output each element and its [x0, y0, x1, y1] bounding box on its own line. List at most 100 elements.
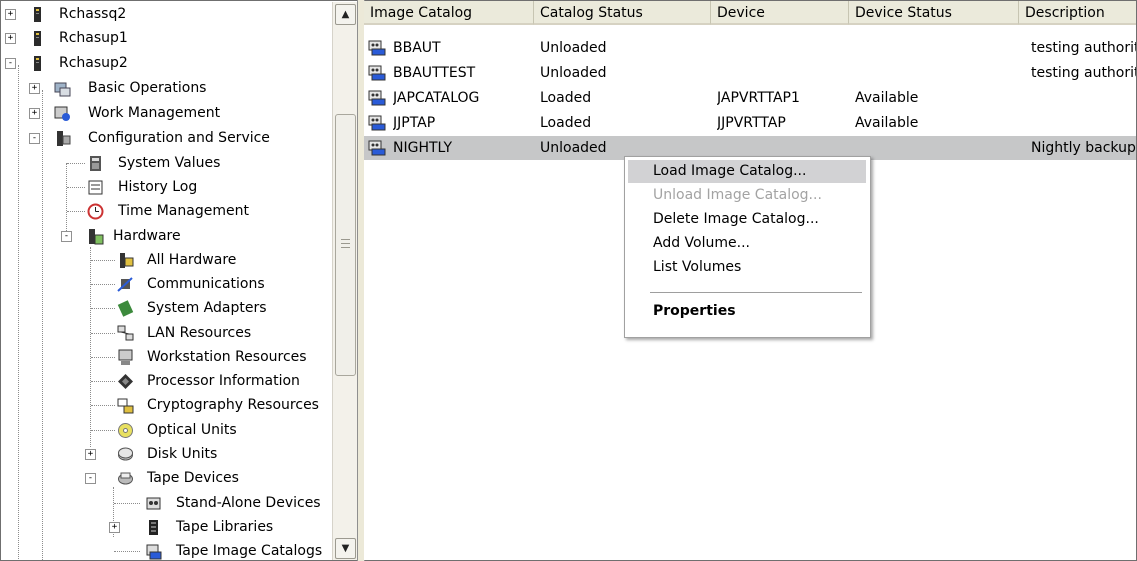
column-header-device-status[interactable]: Device Status [849, 1, 1019, 25]
scrollbar-thumb[interactable] [335, 114, 356, 376]
expand-icon[interactable]: + [29, 83, 40, 94]
tree-node-label: Time Management [118, 203, 249, 219]
cryptography-icon [117, 398, 134, 414]
column-header-image-catalog[interactable]: Image Catalog [364, 1, 534, 25]
tree-node-label: Rchasup2 [59, 55, 128, 71]
tree-node-processor-information[interactable]: Processor Information [1, 369, 331, 393]
basic-operations-icon [54, 82, 71, 97]
scroll-up-button[interactable]: ▲ [335, 4, 356, 25]
tree-node-optical-units[interactable]: Optical Units [1, 418, 331, 442]
cell-device-status: Available [855, 115, 919, 131]
cell-catalog: NIGHTLY [393, 140, 453, 156]
menu-item-list-volumes[interactable]: List Volumes [628, 256, 866, 279]
history-log-icon [88, 180, 103, 195]
cell-device-status: Available [855, 90, 919, 106]
tree-node-hardware[interactable]: - Hardware [1, 224, 331, 248]
cell-catalog: JAPCATALOG [393, 90, 480, 106]
context-menu[interactable]: Load Image Catalog... Unload Image Catal… [624, 156, 871, 338]
tree-node-label: Optical Units [147, 422, 237, 438]
tree-node-cryptography-resources[interactable]: Cryptography Resources [1, 393, 331, 417]
tree-node-label: Work Management [88, 105, 221, 121]
optical-disc-icon [118, 423, 133, 438]
tree-node-stand-alone-devices[interactable]: Stand-Alone Devices [1, 491, 331, 515]
image-catalog-icon [146, 544, 162, 560]
chevron-down-icon: ▼ [341, 543, 350, 554]
tree-node-history-log[interactable]: History Log [1, 175, 331, 199]
server-icon [34, 56, 41, 71]
cell-description: testing authority [1031, 40, 1136, 56]
tree-node-system-values[interactable]: System Values [1, 151, 331, 175]
system-adapters-icon [117, 300, 134, 317]
image-catalog-icon [368, 40, 386, 56]
expand-icon[interactable]: + [109, 522, 120, 533]
tree-node-label: History Log [118, 179, 198, 195]
tree-node-label: Tape Devices [147, 470, 239, 486]
cell-catalog-status: Unloaded [540, 65, 607, 81]
expand-icon[interactable]: + [85, 449, 96, 460]
processor-icon [118, 374, 133, 389]
tree-node-rchasup1[interactable]: + Rchasup1 [1, 26, 331, 50]
tree-node-time-management[interactable]: Time Management [1, 199, 331, 223]
menu-item-add-volume[interactable]: Add Volume... [628, 232, 866, 255]
collapse-icon[interactable]: - [29, 133, 40, 144]
column-header-description[interactable]: Description [1019, 1, 1136, 25]
grip-icon [341, 239, 350, 248]
scroll-down-button[interactable]: ▼ [335, 538, 356, 559]
tree-node-label: Stand-Alone Devices [176, 495, 321, 511]
tree-node-tape-image-catalogs[interactable]: Tape Image Catalogs [1, 539, 331, 560]
tree-node-system-adapters[interactable]: System Adapters [1, 296, 331, 320]
cell-catalog-status: Loaded [540, 115, 592, 131]
tree-node-workstation-resources[interactable]: Workstation Resources [1, 345, 331, 369]
column-header-device[interactable]: Device [711, 1, 849, 25]
tree-node-label: System Values [118, 155, 221, 171]
tree-node-tape-devices[interactable]: - Tape Devices [1, 466, 331, 490]
tree-node-label: Hardware [113, 228, 181, 244]
tree-node-communications[interactable]: Communications [1, 272, 331, 296]
menu-item-properties[interactable]: Properties [628, 300, 866, 323]
tree-node-label: Cryptography Resources [147, 397, 319, 413]
table-row[interactable]: JAPCATALOG Loaded JAPVRTTAP1 Available [364, 86, 1136, 110]
cell-description: Nightly backup [1031, 140, 1136, 156]
tree-node-label: System Adapters [147, 300, 267, 316]
navigation-tree[interactable]: + Rchassq2 + Rchasup1 - Rchasup2 + Basic… [1, 1, 357, 560]
communications-icon [117, 277, 133, 292]
tree-node-label: Rchassq2 [59, 6, 127, 22]
expand-icon[interactable]: + [29, 108, 40, 119]
tree-node-tape-libraries[interactable]: + Tape Libraries [1, 515, 331, 539]
tree-node-label: Processor Information [147, 373, 300, 389]
table-row[interactable]: BBAUT Unloaded testing authority [364, 36, 1136, 60]
tree-node-lan-resources[interactable]: LAN Resources [1, 321, 331, 345]
tree-node-label: Basic Operations [88, 80, 207, 96]
image-catalog-icon [368, 65, 386, 81]
expand-icon[interactable]: + [5, 33, 16, 44]
tree-scrollbar[interactable]: ▲ ▼ [332, 2, 357, 560]
hardware-icon [89, 229, 104, 245]
image-catalog-icon [368, 115, 386, 131]
server-icon [34, 31, 41, 46]
menu-item-unload-image-catalog: Unload Image Catalog... [653, 187, 822, 203]
collapse-icon[interactable]: - [85, 473, 96, 484]
table-row[interactable]: JJPTAP Loaded JJPVRTTAP Available [364, 111, 1136, 135]
tree-node-label: Tape Libraries [176, 519, 274, 535]
tree-node-disk-units[interactable]: + Disk Units [1, 442, 331, 466]
column-header-catalog-status[interactable]: Catalog Status [534, 1, 711, 25]
expand-icon[interactable]: + [5, 9, 16, 20]
tree-node-basic-operations[interactable]: + Basic Operations [1, 76, 331, 100]
tree-node-all-hardware[interactable]: All Hardware [1, 248, 331, 272]
tree-node-rchasup2[interactable]: - Rchasup2 [1, 51, 331, 75]
cell-catalog: BBAUT [393, 40, 441, 56]
tree-node-work-management[interactable]: + Work Management [1, 101, 331, 125]
cell-description: testing authority [1031, 65, 1136, 81]
menu-item-delete-image-catalog[interactable]: Delete Image Catalog... [628, 208, 866, 231]
table-row[interactable]: BBAUTTEST Unloaded testing authority [364, 61, 1136, 85]
tree-node-configuration-and-service[interactable]: - Configuration and Service [1, 126, 331, 150]
all-hardware-icon [120, 253, 134, 268]
system-values-icon [90, 156, 101, 171]
chevron-up-icon: ▲ [341, 9, 350, 20]
menu-item-load-image-catalog[interactable]: Load Image Catalog... [628, 160, 866, 183]
tree-node-label: Disk Units [147, 446, 218, 462]
tree-node-rchassq2[interactable]: + Rchassq2 [1, 2, 331, 26]
collapse-icon[interactable]: - [61, 231, 72, 242]
tree-node-label: Workstation Resources [147, 349, 307, 365]
collapse-icon[interactable]: - [5, 58, 16, 69]
